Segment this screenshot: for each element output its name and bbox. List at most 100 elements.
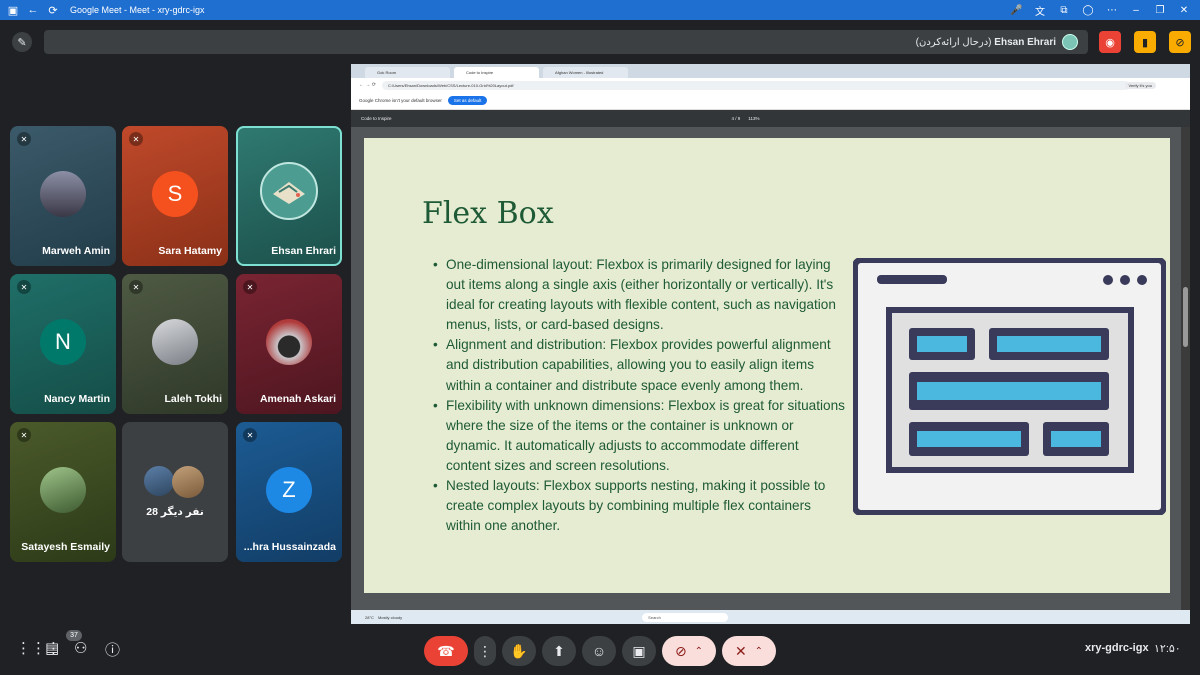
bullet: Alignment and distribution: Flexbox prov… (433, 335, 846, 395)
presenter-status: (درحال ارائه‌کردن) (915, 36, 992, 48)
browser-tab-active[interactable]: Code to Inspire (454, 67, 539, 78)
participant-tile-active[interactable]: Ehsan Ehrari (236, 126, 342, 266)
participant-name: Ehsan Ehrari (271, 245, 336, 257)
pdf-title: Code to Inspire (361, 116, 392, 121)
participant-tile[interactable]: ✕ Z ...hra Hussainzada (236, 422, 342, 562)
mic-muted-icon: ✕ (243, 280, 257, 294)
default-browser-notice: Google Chrome isn't your default browser… (351, 92, 1190, 110)
profile-chip[interactable]: Verify it's you (1124, 81, 1156, 89)
meeting-time: ۱۲:۵۰ (1154, 643, 1181, 655)
address-bar: ← → ⟳ C:/Users/Ehsan/Downloads/Web/CSS/L… (351, 78, 1190, 92)
maximize-icon[interactable]: ❐ (1154, 5, 1166, 16)
avatar (260, 162, 318, 220)
camera-off-icon: ⊘ (674, 642, 687, 659)
participant-name: Sara Hatamy (158, 245, 222, 257)
notice-text: Google Chrome isn't your default browser (359, 98, 442, 103)
mic-muted-icon: ✕ (17, 132, 31, 146)
windows-taskbar: 28°C Mostly cloudy Search (351, 610, 1190, 624)
participant-tile[interactable]: ✕ Marweh Amin (10, 126, 116, 266)
avatar (144, 466, 174, 496)
scroll-thumb[interactable] (1183, 287, 1188, 347)
nav-icon[interactable]: ← → ⟳ (359, 82, 376, 88)
back-icon[interactable]: ← (26, 3, 40, 17)
record-button[interactable]: ◉ (1099, 31, 1121, 53)
translate-icon[interactable]: 文 (1034, 3, 1046, 18)
captions-icon: ▣ (632, 642, 646, 659)
presenter-name: Ehsan Ehrari (994, 36, 1056, 48)
info-icon[interactable]: ⓘ (105, 639, 120, 660)
participant-tile[interactable]: ✕ Satayesh Esmaily (10, 422, 116, 562)
url-field[interactable]: C:/Users/Ehsan/Downloads/Web/CSS/Lecture… (381, 80, 1130, 90)
browser-tab[interactable]: Gok Room (365, 67, 450, 78)
install-icon[interactable]: ⧉ (1058, 5, 1070, 16)
presenter-avatar (1062, 34, 1078, 50)
raise-hand-button[interactable]: ✋ (502, 636, 536, 666)
avatar: N (40, 319, 86, 365)
landscape-icon (273, 182, 305, 204)
mic-muted-icon: ✕ (129, 280, 143, 294)
avatar (172, 466, 204, 498)
participant-name: Nancy Martin (44, 393, 110, 405)
present-button[interactable]: ⬆ (542, 636, 576, 666)
participant-tile[interactable]: ✕ Amenah Askari (236, 274, 342, 414)
set-default-button[interactable]: Set as default (447, 96, 488, 105)
others-count: 28 نفر دیگر (146, 506, 204, 518)
reload-icon[interactable]: ⟳ (46, 3, 60, 17)
more-vert-icon: ⋮ (478, 642, 492, 659)
chevron-up-icon[interactable]: ⌃ (695, 646, 703, 657)
taskbar-search[interactable]: Search (642, 612, 729, 622)
reactions-button[interactable]: ☺ (582, 636, 616, 666)
camera-off-icon: ⊘ (1175, 36, 1185, 49)
chat-icon[interactable]: ▤ (45, 639, 59, 657)
bullet: Flexibility with unknown dimensions: Fle… (433, 396, 846, 476)
chevron-up-icon[interactable]: ⌃ (755, 646, 763, 657)
avatar (40, 467, 86, 513)
pdf-scrollbar[interactable] (1181, 127, 1190, 610)
leave-call-button[interactable]: ☎ (424, 636, 468, 666)
avatar (266, 319, 312, 365)
annotate-button[interactable]: ✎ (12, 32, 32, 52)
mic-muted-icon: ✕ (243, 428, 257, 442)
camera-off-button[interactable]: ⊘ (1169, 31, 1191, 53)
bullet: One-dimensional layout: Flexbox is prima… (433, 255, 846, 335)
page-indicator[interactable]: 4 / 9 (732, 116, 741, 121)
avatar (40, 171, 86, 217)
meet-icon: ▣ (7, 4, 19, 17)
presenter-bar: (درحال ارائه‌کردن) Ehsan Ehrari (44, 30, 1088, 54)
participant-tile[interactable]: ✕ Laleh Tokhi (122, 274, 228, 414)
browser-window-illustration (853, 258, 1166, 515)
mic-muted-icon: ✕ (17, 428, 31, 442)
participant-name: Laleh Tokhi (164, 393, 222, 405)
people-icon[interactable]: ⚇ (74, 639, 87, 657)
more-options-button[interactable]: ⋮ (474, 636, 496, 666)
menu-icon[interactable]: ⋯ (1106, 5, 1118, 16)
pen-icon: ✎ (17, 36, 27, 49)
participant-tile[interactable]: ✕ N Nancy Martin (10, 274, 116, 414)
participant-name: Marweh Amin (42, 245, 110, 257)
mic-icon[interactable]: 🎤 (1010, 5, 1022, 16)
others-tile[interactable]: 28 نفر دیگر (122, 422, 228, 562)
mic-button[interactable]: ✕ ⌃ (722, 636, 776, 666)
minimize-icon[interactable]: – (1130, 5, 1142, 16)
profile-icon[interactable]: ◯ (1082, 5, 1094, 16)
close-icon[interactable]: ✕ (1178, 5, 1190, 16)
participant-name: Satayesh Esmaily (21, 541, 110, 553)
raise-hand-button[interactable]: ▮ (1134, 31, 1156, 53)
door-icon: ▮ (1141, 36, 1149, 49)
shared-screen: Gok Room Code to Inspire Afghan Women - … (351, 64, 1190, 624)
record-icon: ◉ (1105, 36, 1115, 49)
camera-button[interactable]: ⊘ ⌃ (662, 636, 716, 666)
participant-tile[interactable]: ✕ S Sara Hatamy (122, 126, 228, 266)
avatar (152, 319, 198, 365)
avatar: Z (266, 467, 312, 513)
mic-muted-icon: ✕ (129, 132, 143, 146)
avatar: S (152, 171, 198, 217)
meeting-code: xry-gdrc-igx (1085, 642, 1149, 654)
browser-tab[interactable]: Afghan Women - Illustrated (543, 67, 628, 78)
participant-name: ...hra Hussainzada (243, 541, 336, 553)
mic-off-icon: ✕ (734, 642, 747, 659)
zoom-level[interactable]: 113% (748, 116, 759, 121)
phone-hangup-icon: ☎ (437, 642, 455, 659)
browser-tabbar: Gok Room Code to Inspire Afghan Women - … (351, 64, 1190, 78)
captions-button[interactable]: ▣ (622, 636, 656, 666)
